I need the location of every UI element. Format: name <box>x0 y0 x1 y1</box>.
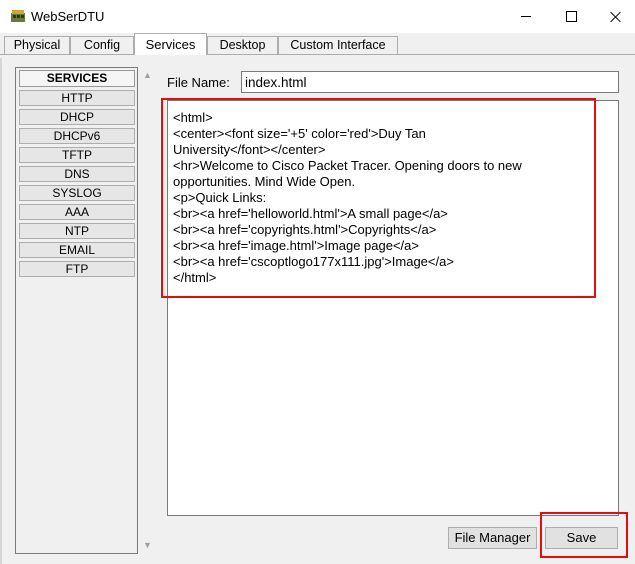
service-dns[interactable]: DNS <box>19 166 135 182</box>
service-ntp[interactable]: NTP <box>19 223 135 239</box>
close-button[interactable] <box>593 0 635 33</box>
file-name-input[interactable] <box>241 71 619 93</box>
code-line: opportunities. Mind Wide Open. <box>173 174 356 189</box>
code-line: University</font></center> <box>173 142 326 157</box>
services-list: SERVICES HTTP DHCP DHCPv6 TFTP DNS SYSLO… <box>15 67 138 554</box>
tab-services[interactable]: Services <box>134 33 207 55</box>
tab-physical[interactable]: Physical <box>4 36 70 54</box>
code-line: <br><a href='copyrights.html'>Copyrights… <box>173 222 437 237</box>
code-line: <br><a href='image.html'>Image page</a> <box>173 238 419 253</box>
maximize-icon <box>565 11 577 22</box>
code-line: <center><font size='+5' color='red'>Duy … <box>173 126 426 141</box>
close-icon <box>610 11 622 23</box>
window-title: WebSerDTU <box>31 9 105 24</box>
minimize-button[interactable] <box>503 0 549 33</box>
code-line: </html> <box>173 270 217 285</box>
service-ftp[interactable]: FTP <box>19 261 135 277</box>
service-tftp[interactable]: TFTP <box>19 147 135 163</box>
maximize-button[interactable] <box>548 0 594 33</box>
code-line: <hr>Welcome to Cisco Packet Tracer. Open… <box>173 158 522 173</box>
tab-custom-interface[interactable]: Custom Interface <box>278 36 398 54</box>
save-button[interactable]: Save <box>545 527 618 549</box>
tab-desktop[interactable]: Desktop <box>207 36 278 54</box>
title-bar: WebSerDTU <box>0 0 635 33</box>
services-scrollbar[interactable]: ▲ ▼ <box>139 67 156 554</box>
service-dhcp[interactable]: DHCP <box>19 109 135 125</box>
code-line: <br><a href='helloworld.html'>A small pa… <box>173 206 448 221</box>
file-name-label: File Name: <box>167 75 230 90</box>
code-line: <br><a href='cscoptlogo177x111.jpg'>Imag… <box>173 254 454 269</box>
service-syslog[interactable]: SYSLOG <box>19 185 135 201</box>
html-code: <html> <center><font size='+5' color='re… <box>173 110 598 286</box>
scroll-up-arrow-icon[interactable]: ▲ <box>139 67 156 84</box>
tab-config[interactable]: Config <box>70 36 134 54</box>
html-editor[interactable]: <html> <center><font size='+5' color='re… <box>167 100 619 516</box>
router-app-icon <box>11 10 25 22</box>
code-line: <p>Quick Links: <box>173 190 267 205</box>
service-aaa[interactable]: AAA <box>19 204 135 220</box>
panel-left-edge <box>0 58 2 564</box>
service-http[interactable]: HTTP <box>19 90 135 106</box>
services-header: SERVICES <box>19 70 135 87</box>
service-email[interactable]: EMAIL <box>19 242 135 258</box>
service-dhcpv6[interactable]: DHCPv6 <box>19 128 135 144</box>
code-line: <html> <box>173 110 213 125</box>
file-manager-button[interactable]: File Manager <box>448 527 537 549</box>
minimize-icon <box>521 16 531 17</box>
scroll-down-arrow-icon[interactable]: ▼ <box>139 537 156 554</box>
